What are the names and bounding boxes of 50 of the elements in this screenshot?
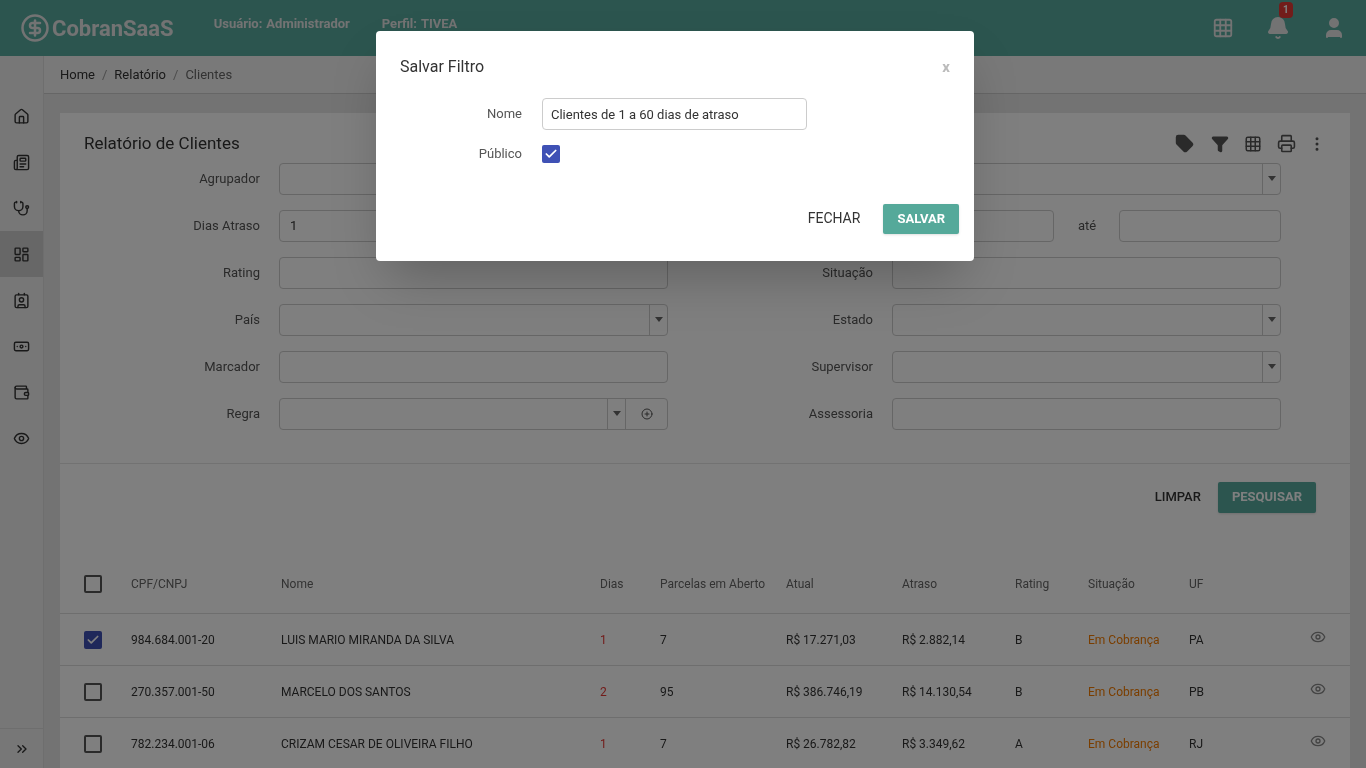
table-cell: 7 — [660, 632, 667, 647]
user-name: Administrador — [266, 15, 350, 31]
table-cell: R$ 2.882,14 — [902, 632, 966, 647]
table-cell: 1 — [600, 632, 607, 647]
table-cell: R$ 14.130,54 — [902, 684, 972, 699]
table-cell: R$ 26.782,82 — [786, 736, 856, 751]
table-cell: MARCELO DOS SANTOS — [281, 684, 411, 699]
table-cell: 95 — [660, 684, 674, 699]
table-cell: RJ — [1189, 736, 1203, 751]
table-cell: R$ 3.349,62 — [902, 736, 966, 751]
card-title: Relatório de Clientes — [84, 132, 240, 155]
field-label: País — [233, 310, 261, 329]
table-cell: LUIS MARIO MIRANDA DA SILVA — [281, 632, 455, 647]
table-cell: 782.234.001-06 — [131, 736, 215, 751]
table-cell: 1 — [600, 736, 607, 751]
table-cell: 270.357.001-50 — [131, 684, 215, 699]
table-cell: R$ 17.271,03 — [786, 632, 856, 647]
breadcrumb-separator: / — [173, 65, 179, 84]
table-cell: PB — [1189, 684, 1205, 699]
field-label: Assessoria — [807, 404, 874, 423]
table-cell: PA — [1189, 632, 1204, 647]
notification-badge: 1 — [1279, 2, 1293, 18]
table-cell: B — [1015, 684, 1023, 699]
table-cell: R$ 386.746,19 — [786, 684, 863, 699]
field-label: Estado — [831, 310, 874, 329]
profile-name: TIVEA — [420, 15, 458, 31]
field-label: Rating — [222, 263, 261, 282]
range-label: até — [1077, 216, 1098, 235]
field-label: Marcador — [203, 357, 261, 376]
user-label: Usuário: — [213, 15, 263, 31]
app-logo: CobranSaaS — [52, 14, 174, 43]
table-cell: A — [1015, 736, 1023, 751]
table-cell: 2 — [600, 684, 607, 699]
table-cell: 984.684.001-20 — [131, 632, 215, 647]
profile-label: Perfil: — [381, 15, 417, 31]
table-cell: Em Cobrança — [1088, 684, 1160, 699]
table-cell: Em Cobrança — [1088, 736, 1160, 751]
table-cell: B — [1015, 632, 1023, 647]
field-label: Situação — [821, 263, 874, 282]
breadcrumb-separator: / — [102, 65, 108, 84]
field-label: Regra — [225, 404, 261, 423]
table-cell: CRIZAM CESAR DE OLIVEIRA FILHO — [281, 736, 473, 751]
field-label: Dias Atraso — [192, 216, 261, 235]
table-cell: Em Cobrança — [1088, 632, 1160, 647]
table-cell: 7 — [660, 736, 667, 751]
field-label: Agrupador — [198, 169, 261, 188]
field-label: Nome — [486, 105, 523, 124]
field-label: Supervisor — [810, 357, 874, 376]
field-label: Público — [477, 145, 523, 163]
dialog-title: Salvar Filtro — [400, 56, 485, 78]
